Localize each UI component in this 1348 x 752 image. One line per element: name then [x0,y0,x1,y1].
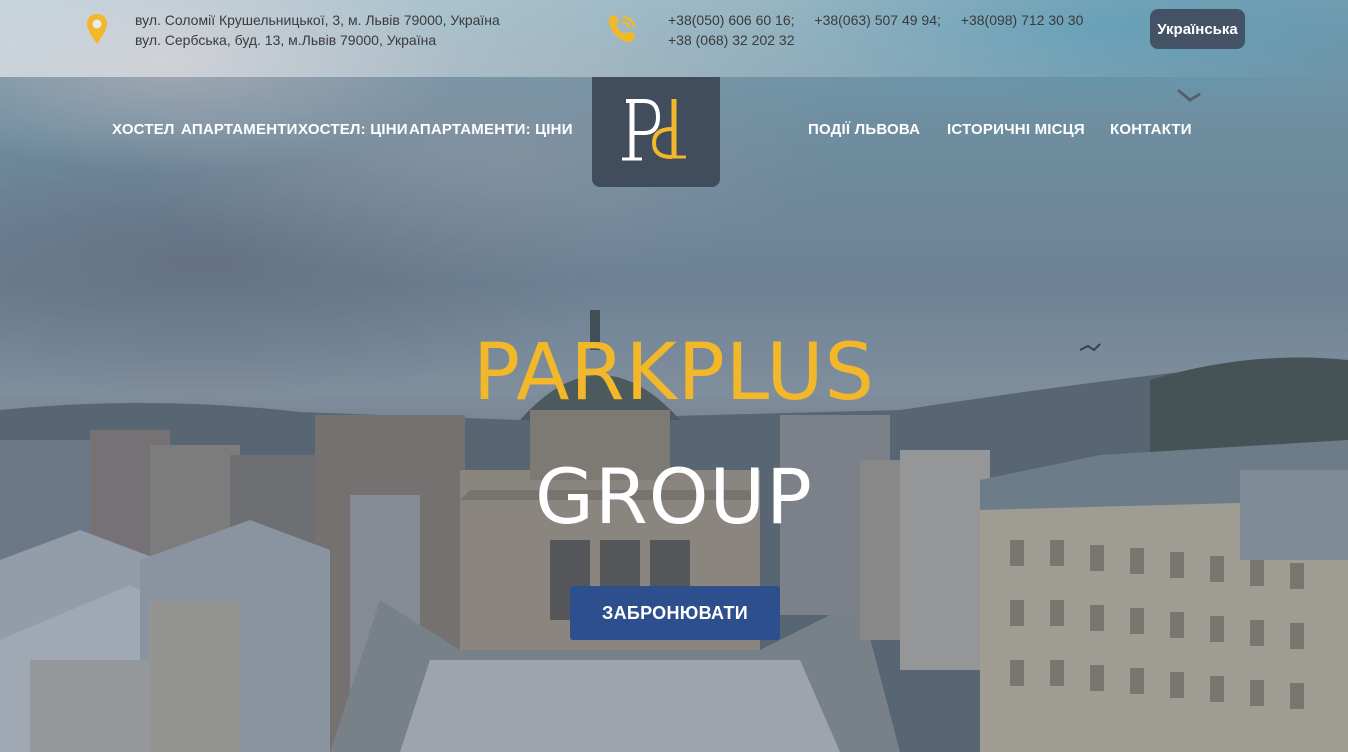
phone-link[interactable]: +38(063) 507 49 94; [814,12,941,28]
phone-link[interactable]: +38 (068) 32 202 32 [668,30,1099,50]
nav-item-contacts[interactable]: КОНТАКТИ [1110,121,1192,138]
nav-item-apartments-prices[interactable]: АПАРТАМЕНТИ: ЦІНИ [409,121,573,138]
phone-numbers: +38(050) 606 60 16; +38(063) 507 49 94; … [668,10,1099,50]
top-info-bar: вул. Соломії Крушельницької, 3, м. Львів… [0,0,1348,77]
phone-link[interactable]: +38(050) 606 60 16; [668,12,795,28]
book-now-button[interactable]: ЗАБРОНЮВАТИ [570,586,780,640]
nav-item-lviv-events[interactable]: ПОДІЇ ЛЬВОВА [808,121,920,138]
address-block: вул. Соломії Крушельницької, 3, м. Львів… [135,10,500,50]
nav-item-hostel-prices[interactable]: ХОСТЕЛ: ЦІНИ [298,121,408,138]
address-line: вул. Соломії Крушельницької, 3, м. Львів… [135,12,500,28]
hero-title-line2: GROUP [535,452,813,541]
phone-link[interactable]: +38(098) 712 30 30 [961,12,1084,28]
nav-item-historic-places[interactable]: ІСТОРИЧНІ МІСЦЯ [947,121,1085,138]
map-pin-icon [87,14,107,44]
address-line: вул. Сербська, буд. 13, м.Львів 79000, У… [135,32,437,48]
nav-item-apartments[interactable]: АПАРТАМЕНТИ [181,121,298,138]
phone-ringing-icon [608,15,636,43]
site-logo[interactable] [592,77,720,187]
hero-title-line1: PARKPLUS [473,328,875,418]
logo-mark-icon [622,99,686,161]
language-switcher-button[interactable]: Українська [1150,9,1245,49]
nav-item-hostel[interactable]: ХОСТЕЛ [112,121,175,138]
